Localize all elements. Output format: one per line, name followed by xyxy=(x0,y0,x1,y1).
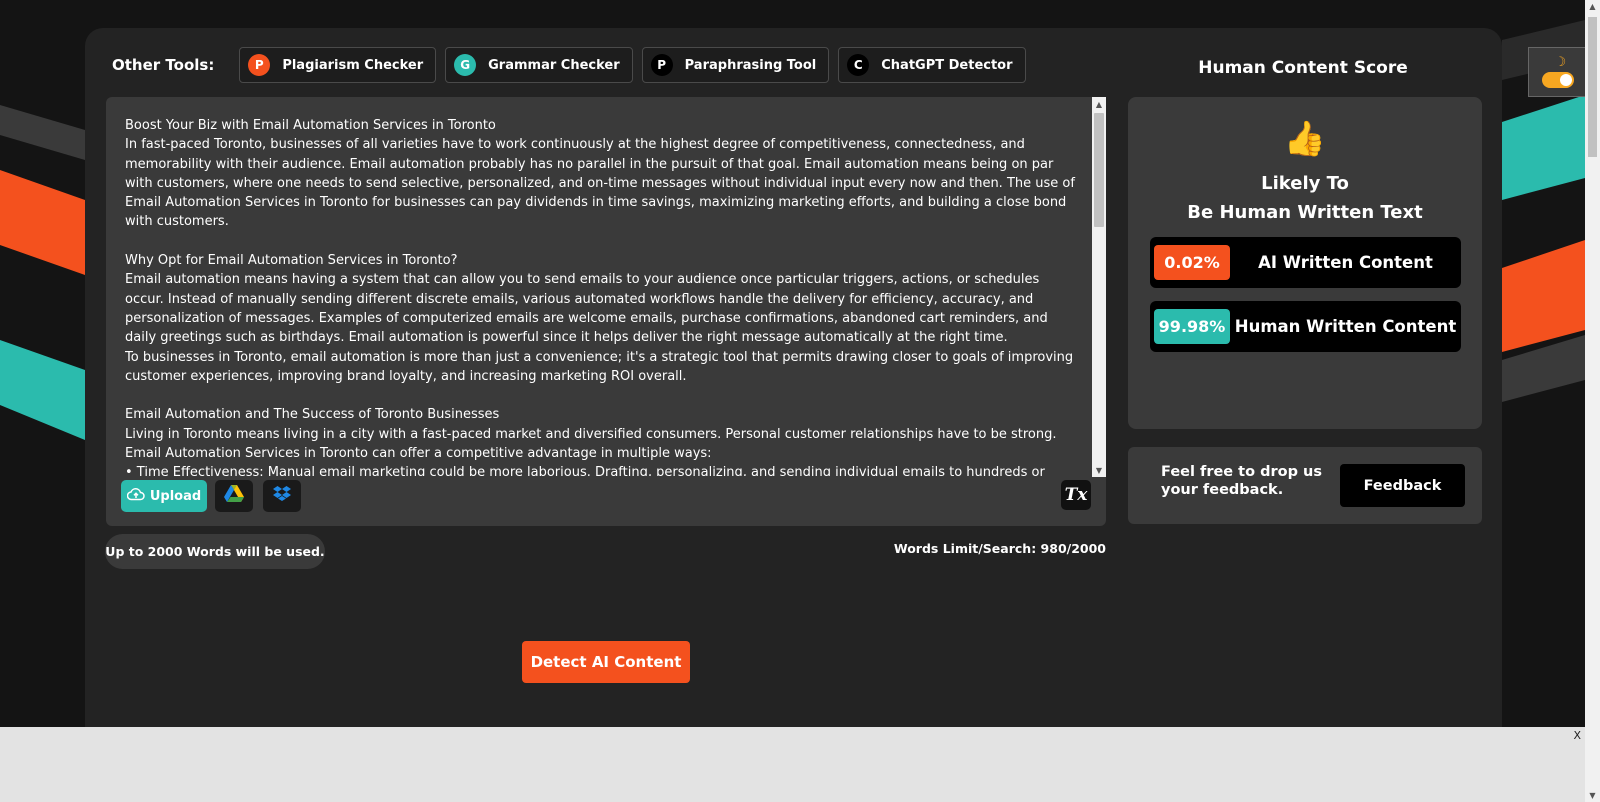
feedback-card: Feel free to drop us your feedback. Feed… xyxy=(1128,447,1482,524)
text-editor[interactable]: Boost Your Biz with Email Automation Ser… xyxy=(106,97,1106,526)
plagiarism-checker-label: Plagiarism Checker xyxy=(282,57,424,73)
feedback-button[interactable]: Feedback xyxy=(1340,464,1465,507)
word-limit-notice: Up to 2000 Words will be used. xyxy=(105,534,325,569)
editor-scrollbar[interactable]: ▲ ▼ xyxy=(1092,97,1106,477)
grammar-checker-icon: G xyxy=(454,54,477,76)
chatgpt-detector-label: ChatGPT Detector xyxy=(881,57,1013,73)
toggle-switch[interactable] xyxy=(1541,72,1574,88)
plagiarism-checker-button[interactable]: P Plagiarism Checker xyxy=(239,47,437,83)
editor-blank-line xyxy=(125,232,1080,251)
moon-icon: ☽ xyxy=(1554,55,1567,70)
verdict-text: Likely To Be Human Written Text xyxy=(1128,169,1482,227)
chatgpt-detector-icon: C xyxy=(847,54,870,76)
editor-line: In fast-paced Toronto, businesses of all… xyxy=(125,137,1075,230)
upload-label: Upload xyxy=(149,488,202,504)
editor-blank-line xyxy=(125,386,1080,405)
editor-line: Boost Your Biz with Email Automation Ser… xyxy=(125,118,496,133)
feedback-prompt: Feel free to drop us your feedback. xyxy=(1161,464,1322,498)
page-scroll-up-icon[interactable]: ▲ xyxy=(1585,2,1600,11)
page-scroll-down-icon[interactable]: ▼ xyxy=(1585,791,1600,800)
chatgpt-detector-button[interactable]: C ChatGPT Detector xyxy=(838,47,1026,83)
score-card: 👍 Likely To Be Human Written Text 0.02% … xyxy=(1128,97,1482,429)
google-drive-icon xyxy=(224,485,244,507)
editor-line: Why Opt for Email Automation Services in… xyxy=(125,253,458,269)
editor-scroll-thumb[interactable] xyxy=(1094,113,1104,227)
google-drive-button[interactable] xyxy=(215,480,253,512)
plagiarism-checker-icon: P xyxy=(248,54,271,76)
ai-percent-badge: 0.02% xyxy=(1154,245,1230,280)
scroll-down-arrow-icon[interactable]: ▼ xyxy=(1092,463,1106,477)
human-written-stat: 99.98% Human Written Content xyxy=(1150,301,1461,352)
ai-written-label: AI Written Content xyxy=(1258,253,1433,272)
ad-banner: X xyxy=(0,727,1585,802)
other-tools-bar: Other Tools: P Plagiarism Checker G Gram… xyxy=(112,47,1026,83)
editor-line: Living in Toronto means living in a city… xyxy=(125,426,1057,462)
score-title: Human Content Score xyxy=(1198,58,1408,78)
editor-line: Email automation means having a system t… xyxy=(125,272,1048,346)
scroll-up-arrow-icon[interactable]: ▲ xyxy=(1092,97,1106,111)
editor-line: To businesses in Toronto, email automati… xyxy=(125,349,1074,384)
thumbs-up-icon: 👍 xyxy=(1283,119,1327,159)
human-written-label: Human Written Content xyxy=(1234,317,1457,336)
upload-button[interactable]: Upload xyxy=(121,480,207,512)
ai-written-stat: 0.02% AI Written Content xyxy=(1150,237,1461,288)
detect-ai-content-button[interactable]: Detect AI Content xyxy=(522,641,690,683)
editor-text-content[interactable]: Boost Your Biz with Email Automation Ser… xyxy=(125,116,1080,476)
cloud-upload-icon xyxy=(126,487,145,505)
toggle-knob xyxy=(1559,74,1572,86)
clear-formatting-button[interactable]: Tx xyxy=(1061,480,1091,510)
dropbox-button[interactable] xyxy=(263,480,301,512)
paraphrasing-tool-label: Paraphrasing Tool xyxy=(684,57,817,73)
grammar-checker-label: Grammar Checker xyxy=(488,57,620,73)
editor-line: • Time Effectiveness: Manual email marke… xyxy=(125,465,1045,476)
human-percent-badge: 99.98% xyxy=(1154,309,1230,344)
other-tools-label: Other Tools: xyxy=(112,56,215,74)
verdict-line-2: Be Human Written Text xyxy=(1187,202,1423,223)
ad-close-button[interactable]: X xyxy=(1573,729,1581,742)
page-scroll-thumb[interactable] xyxy=(1588,17,1597,157)
verdict-line-1: Likely To xyxy=(1261,173,1349,194)
dropbox-icon xyxy=(273,485,291,507)
editor-line: Email Automation and The Success of Toro… xyxy=(125,407,500,423)
page-scrollbar[interactable]: ▲ ▼ xyxy=(1585,0,1600,802)
word-count: Words Limit/Search: 980/2000 xyxy=(893,541,1106,556)
clear-formatting-icon: Tx xyxy=(1064,485,1088,505)
paraphrasing-tool-icon: P xyxy=(650,54,673,76)
paraphrasing-tool-button[interactable]: P Paraphrasing Tool xyxy=(641,47,830,83)
theme-toggle[interactable]: ☽ xyxy=(1528,47,1587,97)
grammar-checker-button[interactable]: G Grammar Checker xyxy=(445,47,633,83)
